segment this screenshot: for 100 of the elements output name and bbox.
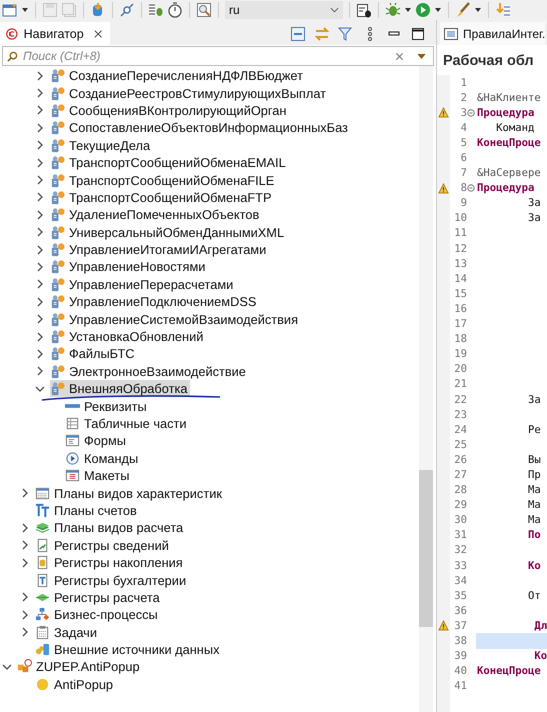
chevron-right-icon[interactable] bbox=[20, 592, 30, 602]
tree-item[interactable]: УправлениеПерерасчетами bbox=[50, 276, 236, 293]
caret-icon[interactable] bbox=[21, 6, 29, 14]
tree-item[interactable]: Макеты bbox=[65, 467, 132, 484]
chevron-right-icon[interactable] bbox=[35, 296, 45, 307]
navigator-tab[interactable]: Навигатор bbox=[0, 22, 110, 45]
chevron-right-icon[interactable] bbox=[35, 122, 45, 133]
tree-item[interactable]: УправлениеИтогамиИАгрегатами bbox=[50, 241, 270, 258]
chevron-right-icon[interactable] bbox=[35, 314, 45, 324]
chevron-right-icon[interactable] bbox=[35, 70, 45, 81]
chevron-right-icon[interactable] bbox=[35, 88, 45, 98]
search-field[interactable]: Поиск (Ctrl+8) bbox=[2, 46, 434, 66]
download-list-icon[interactable] bbox=[495, 2, 511, 18]
brush-icon[interactable] bbox=[455, 2, 471, 18]
tree-item[interactable]: ТекущиеДела bbox=[50, 136, 154, 154]
tree-item[interactable]: Планы видов характеристик bbox=[35, 484, 225, 502]
chevron-right-icon[interactable] bbox=[35, 348, 45, 359]
tree-item[interactable]: Регистры бухгалтерии bbox=[35, 572, 190, 589]
tree-item[interactable]: СозданиеРеестровСтимулирующихВыплат bbox=[50, 84, 330, 102]
tree-item[interactable]: ФайлыБТС bbox=[50, 345, 138, 362]
chevron-right-icon[interactable] bbox=[35, 192, 45, 202]
tree-item[interactable]: ТранспортСообщенийОбменаEMAIL bbox=[50, 154, 289, 172]
maximize-icon[interactable] bbox=[410, 26, 426, 42]
language-dropdown[interactable]: ru bbox=[225, 1, 343, 19]
line-number: 28 bbox=[453, 484, 467, 496]
tree-item[interactable]: ВнешняяОбработка bbox=[50, 380, 190, 398]
tree-item[interactable]: Формы bbox=[65, 432, 129, 450]
bug-list-icon[interactable] bbox=[148, 2, 164, 18]
tree-item[interactable]: УправлениеПодключениемDSS bbox=[50, 293, 260, 310]
tree-item[interactable]: Регистры расчета bbox=[35, 588, 163, 606]
tree-item[interactable]: Задачи bbox=[35, 624, 100, 641]
tree-item[interactable]: Бизнес-процессы bbox=[35, 606, 161, 624]
chevron-right-icon[interactable] bbox=[35, 210, 45, 220]
tree-item[interactable]: Планы счетов bbox=[35, 502, 140, 519]
tree-item[interactable]: СопоставлениеОбъектовИнформационныхБаз bbox=[50, 119, 351, 136]
chevron-right-icon[interactable] bbox=[20, 488, 30, 498]
tree-item[interactable]: Регистры сведений bbox=[35, 536, 172, 554]
tree-item[interactable]: Табличные части bbox=[65, 415, 190, 432]
tree-item[interactable]: ТранспортСообщенийОбменаFTP bbox=[50, 188, 274, 206]
caret-icon[interactable] bbox=[404, 6, 412, 14]
new-file-icon[interactable] bbox=[2, 2, 18, 18]
filter-icon[interactable] bbox=[338, 26, 354, 42]
chevron-right-icon[interactable] bbox=[35, 140, 45, 150]
chevron-down-icon[interactable] bbox=[35, 384, 45, 394]
chevron-down-icon[interactable] bbox=[2, 662, 12, 672]
tree-item[interactable]: Команды bbox=[65, 450, 142, 467]
line-number: 3 bbox=[460, 106, 467, 119]
dropdown-arrow-icon[interactable] bbox=[417, 54, 426, 59]
tree-item[interactable]: УдалениеПомеченныхОбъектов bbox=[50, 206, 262, 224]
tree-item[interactable]: СообщенияВКонтролирующийОрган bbox=[50, 102, 290, 119]
tree-item[interactable]: ЭлектронноеВзаимодействие bbox=[50, 362, 249, 380]
tree-item[interactable]: ZUPEP.AntiPopup bbox=[17, 658, 143, 676]
chevron-right-icon[interactable] bbox=[20, 558, 30, 568]
bug-icon[interactable] bbox=[385, 2, 401, 18]
fold-icon[interactable] bbox=[467, 184, 475, 192]
connection-icon[interactable] bbox=[119, 2, 135, 18]
chevron-right-icon[interactable] bbox=[20, 610, 30, 620]
tree-item[interactable]: Реквизиты bbox=[65, 398, 150, 415]
clipboard-bug-icon[interactable] bbox=[356, 2, 372, 18]
line-number: 22 bbox=[453, 394, 467, 406]
caret-icon[interactable] bbox=[474, 6, 482, 14]
tree-item[interactable]: СозданиеПеречисленияНДФЛВБюджет bbox=[50, 67, 306, 84]
chevron-right-icon[interactable] bbox=[35, 105, 45, 116]
chevron-right-icon[interactable] bbox=[35, 366, 45, 376]
chevron-right-icon[interactable] bbox=[35, 332, 45, 342]
tree-item[interactable]: Внешние источники данных bbox=[35, 641, 222, 658]
chevron-right-icon[interactable] bbox=[35, 262, 45, 272]
tree-item[interactable]: УниверсальныйОбменДаннымиXML bbox=[50, 224, 288, 241]
chevron-right-icon[interactable] bbox=[20, 522, 30, 533]
line-number: 7 bbox=[460, 167, 467, 180]
search-window-icon[interactable] bbox=[196, 2, 212, 18]
chevron-right-icon[interactable] bbox=[35, 244, 45, 255]
editor-tab[interactable]: ПравилаИнтег. bbox=[440, 22, 546, 45]
clear-icon[interactable] bbox=[395, 52, 404, 61]
line-number: 5 bbox=[460, 136, 467, 149]
code-text: По bbox=[527, 529, 541, 542]
scrollbar[interactable] bbox=[419, 66, 433, 712]
chevron-right-icon[interactable] bbox=[20, 540, 30, 550]
code-editor[interactable] bbox=[437, 75, 547, 712]
line-number: 32 bbox=[453, 544, 467, 556]
close-icon[interactable] bbox=[94, 28, 102, 38]
fold-icon[interactable] bbox=[467, 108, 475, 117]
tree-item[interactable]: AntiPopup bbox=[35, 676, 116, 693]
chevron-right-icon[interactable] bbox=[35, 175, 45, 186]
chevron-right-icon[interactable] bbox=[35, 279, 45, 290]
tree-item[interactable]: УстановкаОбновлений bbox=[50, 328, 206, 346]
tree-item[interactable]: УправлениеНовостями bbox=[50, 258, 208, 276]
chevron-right-icon[interactable] bbox=[35, 227, 45, 238]
chevron-right-icon[interactable] bbox=[20, 627, 30, 638]
tree-item[interactable]: Планы видов расчета bbox=[35, 519, 186, 536]
caret-icon[interactable] bbox=[434, 6, 442, 14]
chevron-right-icon[interactable] bbox=[35, 158, 45, 168]
tree-item[interactable]: УправлениеСистемойВзаимодействия bbox=[50, 310, 301, 328]
line-number: 11 bbox=[453, 227, 467, 240]
tree-item[interactable]: ТранспортСообщенийОбменаFILE bbox=[50, 172, 278, 189]
stopwatch-icon[interactable] bbox=[167, 2, 183, 18]
play-circle-icon bbox=[65, 450, 80, 466]
tree-item[interactable]: Регистры накопления bbox=[35, 554, 186, 572]
collapse-all-icon[interactable] bbox=[290, 26, 306, 42]
scrollbar-thumb[interactable] bbox=[419, 470, 433, 627]
